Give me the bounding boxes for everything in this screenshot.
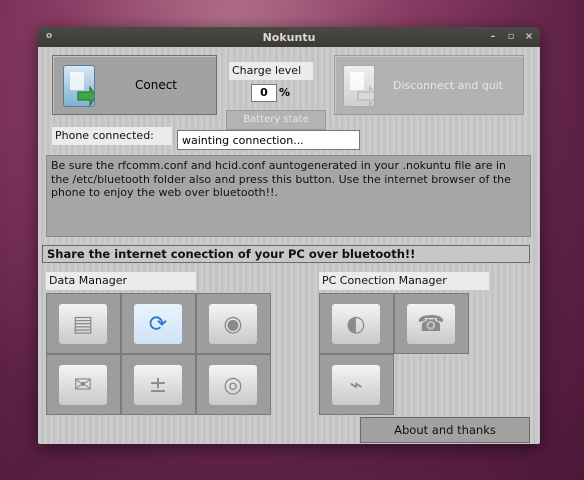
pc-tile-phone[interactable]: ☎ [394, 293, 469, 354]
phone-connected-field[interactable]: wainting connection... [177, 130, 360, 150]
pc-manager-title: PC Conection Manager [319, 272, 489, 290]
data-manager-title: Data Manager [46, 272, 196, 290]
disconnect-button[interactable]: Disconnect and quit [334, 55, 524, 115]
globe-icon: ◐ [332, 304, 380, 344]
data-tile-disc[interactable]: ◎ [196, 354, 271, 415]
battery-state-button[interactable]: Battery state [226, 110, 326, 130]
minimize-icon[interactable]: – [486, 30, 500, 44]
phone-disconnect-icon [343, 65, 377, 107]
data-tile-messages[interactable]: ✉ [46, 354, 121, 415]
mail-icon: ✉ [59, 365, 107, 405]
title-bar: o Nokuntu – ▫ × [38, 27, 540, 47]
main-panel: Conect Charge level 0 % Battery state Di… [38, 47, 540, 444]
disc-search-icon: ◎ [209, 365, 257, 405]
data-tile-calculator[interactable]: ± [121, 354, 196, 415]
share-internet-banner: Share the internet conection of your PC … [42, 245, 530, 263]
file-cabinet-icon: ▤ [59, 304, 107, 344]
speaker-icon: ◉ [209, 304, 257, 344]
window-title: Nokuntu [262, 31, 316, 44]
phone-connected-label: Phone connected: [52, 127, 172, 145]
pc-manager-grid: ◐ ☎ ⌁ [319, 293, 469, 415]
connect-button-label: Conect [135, 78, 178, 92]
data-tile-sync[interactable]: ⟳ [121, 293, 196, 354]
calculator-icon: ± [134, 365, 182, 405]
maximize-icon[interactable]: ▫ [504, 30, 518, 44]
data-manager-grid: ▤ ⟳ ◉ ✉ ± ◎ [46, 293, 271, 415]
close-icon[interactable]: × [522, 30, 536, 44]
instructions-text: Be sure the rfcomm.conf and hcid.conf au… [46, 155, 531, 237]
pc-tile-usb[interactable]: ⌁ [319, 354, 394, 415]
app-window: o Nokuntu – ▫ × Conect Charge level 0 % … [38, 27, 540, 444]
charge-level-field[interactable]: 0 [251, 84, 277, 102]
phone-fax-icon: ☎ [407, 304, 455, 344]
phone-connect-icon [63, 65, 97, 107]
about-button[interactable]: About and thanks [360, 417, 530, 443]
connect-button[interactable]: Conect [52, 55, 217, 115]
sync-icon: ⟳ [134, 304, 182, 344]
usb-cable-icon: ⌁ [332, 365, 380, 405]
data-tile-media[interactable]: ◉ [196, 293, 271, 354]
data-tile-files[interactable]: ▤ [46, 293, 121, 354]
disconnect-button-label: Disconnect and quit [393, 79, 504, 92]
charge-unit: % [279, 86, 291, 99]
charge-level-label: Charge level [229, 62, 313, 80]
pc-tile-internet[interactable]: ◐ [319, 293, 394, 354]
